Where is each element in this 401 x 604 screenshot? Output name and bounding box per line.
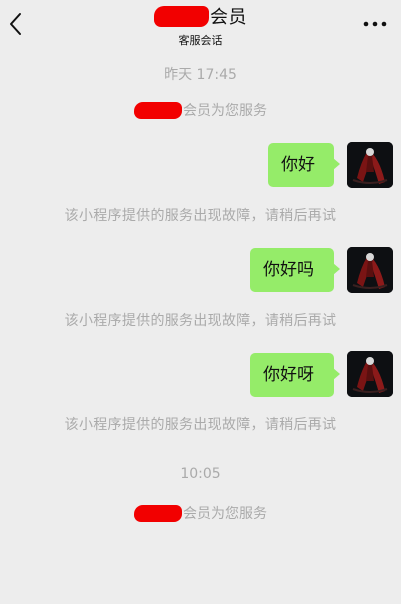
service-banner: 会员为您服务 [0,503,401,523]
error-notice: 该小程序提供的服务出现故障，请稍后再试 [64,208,337,224]
service-banner-text: 会员为您服务 [183,103,267,119]
error-notice: 该小程序提供的服务出现故障，请稍后再试 [64,417,337,433]
redaction-mark [154,5,209,27]
chat-header: 会员 客服会话 [0,0,401,48]
redaction-mark [134,101,182,119]
timestamp: 昨天 17:45 [164,67,237,83]
avatar[interactable] [347,142,393,188]
page-title: 会员 [210,7,247,28]
avatar[interactable] [347,351,393,397]
message-bubble[interactable]: 你好吗 [250,248,340,292]
service-banner-text: 会员为您服务 [183,506,267,522]
error-notice: 该小程序提供的服务出现故障，请稍后再试 [64,313,337,329]
chat-screen: 会员 客服会话 昨天 17:45 会员为您服务 你好 该小程序提供的服务出现故障… [0,0,401,604]
header-title: 会员 客服会话 [0,4,401,48]
more-button[interactable] [363,14,387,34]
message-bubble[interactable]: 你好呀 [250,353,340,397]
timestamp: 10:05 [180,466,221,482]
avatar[interactable] [347,247,393,293]
message-bubble[interactable]: 你好 [268,143,340,187]
service-banner: 会员为您服务 [0,100,401,120]
redaction-mark [134,504,182,522]
ellipsis-icon [363,21,387,27]
page-subtitle: 客服会话 [178,33,223,47]
